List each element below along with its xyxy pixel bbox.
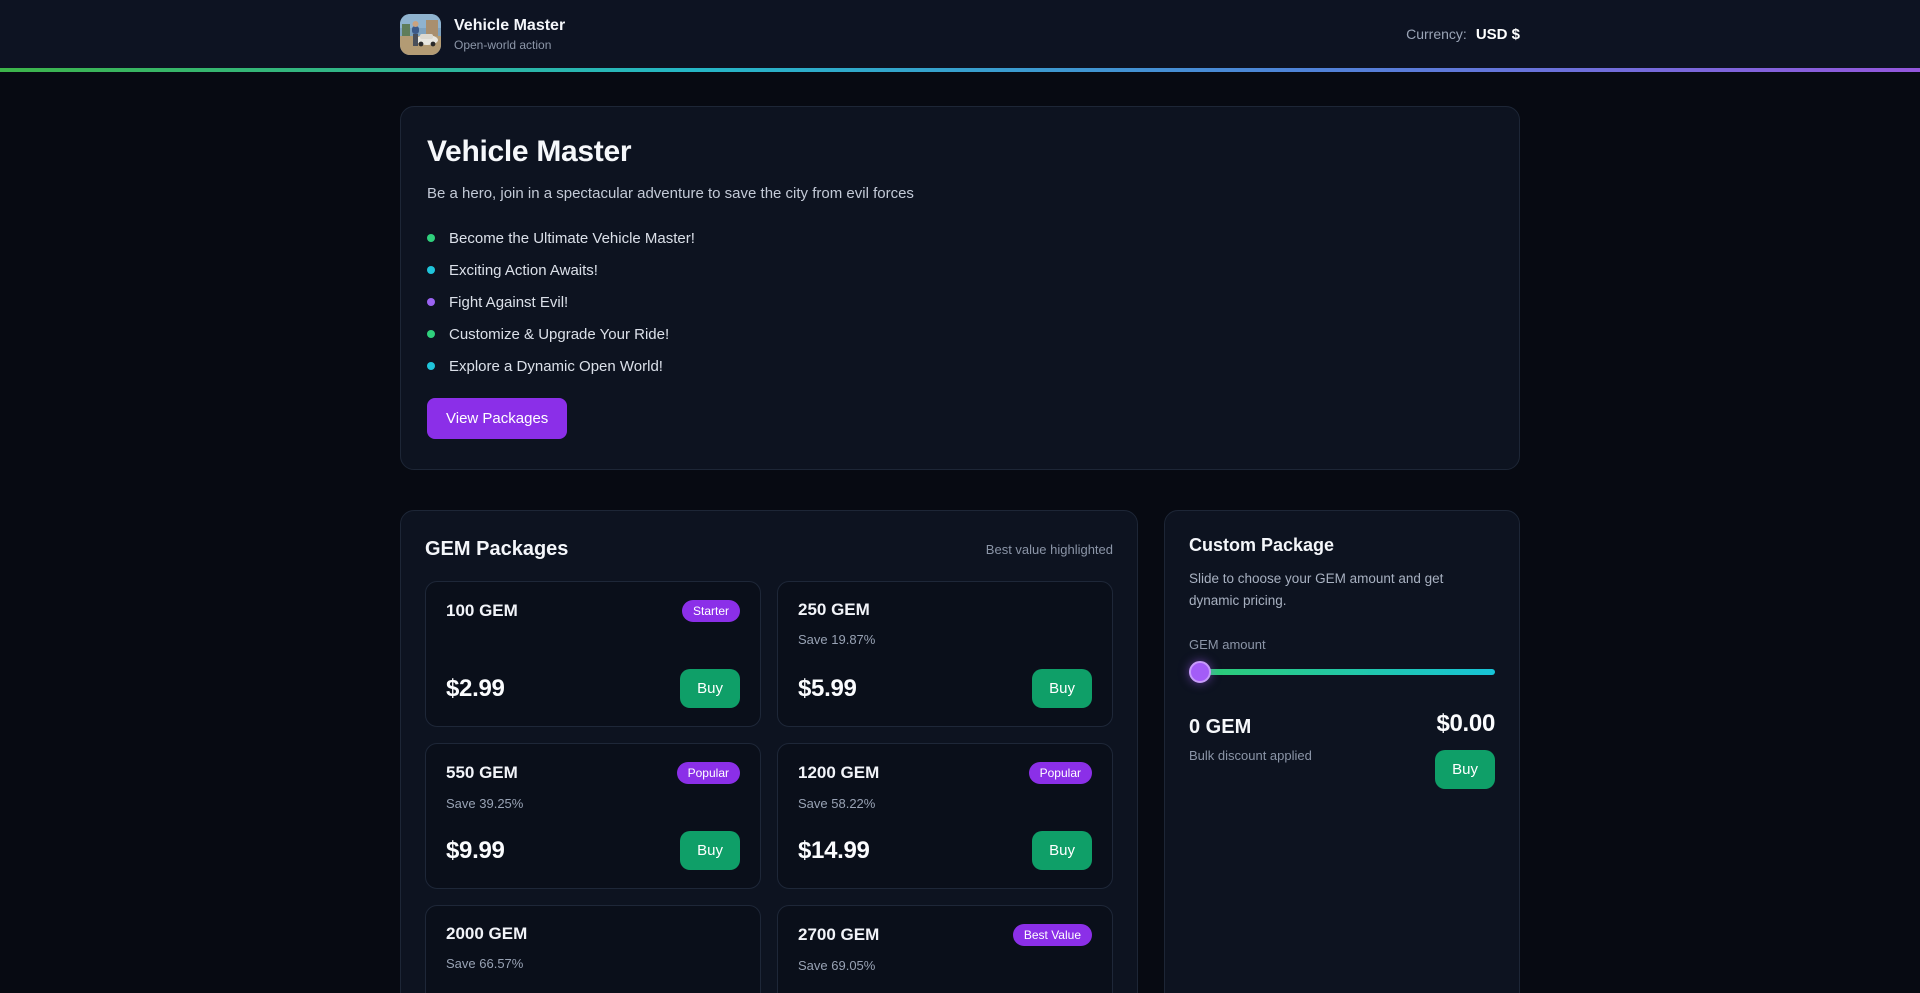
feature-item: Exciting Action Awaits! [427, 254, 1493, 286]
package-card: 550 GEM Popular Save 39.25% $9.99 Buy [425, 743, 761, 889]
package-price: $5.99 [798, 675, 857, 703]
game-icon [400, 14, 441, 55]
package-badge: Best Value [1013, 924, 1092, 946]
feature-bullet-icon [427, 234, 435, 242]
package-buy-button[interactable]: Buy [680, 669, 740, 708]
custom-gem-amount: 0 GEM [1189, 716, 1312, 739]
feature-label: Fight Against Evil! [449, 294, 568, 311]
package-badge: Popular [1029, 762, 1092, 784]
bulk-discount-note: Bulk discount applied [1189, 748, 1312, 763]
custom-package-title: Custom Package [1189, 535, 1495, 556]
currency-selector: Currency: USD $ [1406, 26, 1520, 43]
package-save [446, 634, 740, 649]
package-name: 1200 GEM [798, 763, 879, 783]
app-subtitle: Open-world action [454, 38, 565, 52]
package-save: Save 19.87% [798, 632, 1092, 647]
hero-description: Be a hero, join in a spectacular adventu… [427, 185, 1493, 202]
hero-panel: Vehicle Master Be a hero, join in a spec… [400, 106, 1520, 470]
feature-list: Become the Ultimate Vehicle Master! Exci… [427, 222, 1493, 382]
hero-title: Vehicle Master [427, 135, 1493, 169]
package-badge: Popular [677, 762, 740, 784]
feature-label: Customize & Upgrade Your Ride! [449, 326, 669, 343]
package-card: 100 GEM Starter $2.99 Buy [425, 581, 761, 727]
package-card-grid: 100 GEM Starter $2.99 Buy 250 GEM Save 1… [425, 581, 1113, 993]
app-title: Vehicle Master [454, 17, 565, 35]
package-card: 250 GEM Save 19.87% $5.99 Buy [777, 581, 1113, 727]
view-packages-button[interactable]: View Packages [427, 398, 567, 439]
package-card: 1200 GEM Popular Save 58.22% $14.99 Buy [777, 743, 1113, 889]
currency-label: Currency: [1406, 26, 1467, 42]
package-card: 2700 GEM Best Value Save 69.05% $24.99 B… [777, 905, 1113, 993]
custom-package-description: Slide to choose your GEM amount and get … [1189, 568, 1495, 611]
package-badge: Starter [682, 600, 740, 622]
package-save: Save 39.25% [446, 796, 740, 811]
slider-thumb[interactable] [1189, 661, 1211, 683]
package-card: 2000 GEM Save 66.57% $19.99 Buy [425, 905, 761, 993]
gem-amount-label: GEM amount [1189, 637, 1495, 652]
package-name: 2000 GEM [446, 924, 527, 944]
package-price: $9.99 [446, 837, 505, 865]
gem-packages-title: GEM Packages [425, 538, 568, 561]
package-buy-button[interactable]: Buy [1032, 831, 1092, 870]
package-save: Save 66.57% [446, 956, 740, 971]
gem-packages-panel: GEM Packages Best value highlighted 100 … [400, 510, 1138, 993]
app-header: Vehicle Master Open-world action Currenc… [0, 0, 1920, 68]
custom-buy-button[interactable]: Buy [1435, 750, 1495, 789]
package-name: 100 GEM [446, 601, 518, 621]
feature-bullet-icon [427, 298, 435, 306]
app-identity: Vehicle Master Open-world action [400, 14, 565, 55]
package-name: 2700 GEM [798, 925, 879, 945]
feature-bullet-icon [427, 362, 435, 370]
package-buy-button[interactable]: Buy [680, 831, 740, 870]
best-value-note: Best value highlighted [986, 542, 1113, 557]
slider-track[interactable] [1189, 669, 1495, 675]
currency-value[interactable]: USD $ [1476, 26, 1520, 43]
feature-label: Explore a Dynamic Open World! [449, 358, 663, 375]
feature-label: Exciting Action Awaits! [449, 262, 598, 279]
package-price: $2.99 [446, 675, 505, 703]
package-save: Save 69.05% [798, 958, 1092, 973]
feature-item: Customize & Upgrade Your Ride! [427, 318, 1493, 350]
custom-price: $0.00 [1436, 710, 1495, 738]
package-save: Save 58.22% [798, 796, 1092, 811]
gem-amount-slider[interactable] [1189, 660, 1495, 684]
feature-bullet-icon [427, 330, 435, 338]
feature-label: Become the Ultimate Vehicle Master! [449, 230, 695, 247]
feature-bullet-icon [427, 266, 435, 274]
package-name: 550 GEM [446, 763, 518, 783]
package-price: $14.99 [798, 837, 870, 865]
feature-item: Become the Ultimate Vehicle Master! [427, 222, 1493, 254]
package-buy-button[interactable]: Buy [1032, 669, 1092, 708]
package-name: 250 GEM [798, 600, 870, 620]
custom-package-panel: Custom Package Slide to choose your GEM … [1164, 510, 1520, 993]
feature-item: Fight Against Evil! [427, 286, 1493, 318]
feature-item: Explore a Dynamic Open World! [427, 350, 1493, 382]
